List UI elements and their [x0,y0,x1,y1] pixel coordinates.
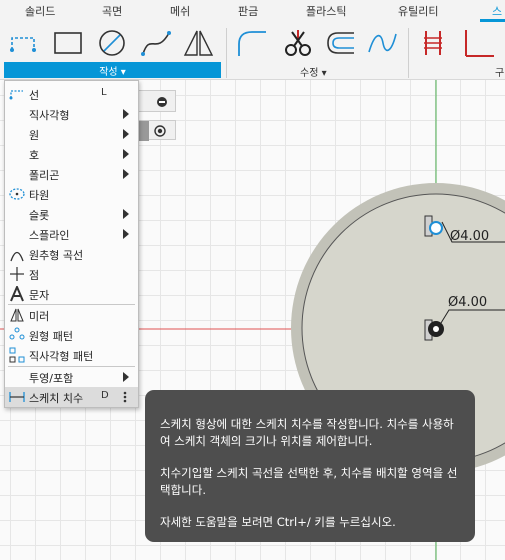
menu-item-point[interactable]: 점 [5,264,138,284]
tab-mesh[interactable]: 메쉬 [170,3,190,19]
circular-pattern-icon [9,327,25,340]
modify-menu-button[interactable]: 수정 ▾ [300,64,327,79]
menu-item-polygon[interactable]: 폴리곤 [5,164,138,184]
ellipse-icon [9,188,25,200]
tooltip-instruction: 치수기입할 스케치 곡선을 선택한 후, 치수를 배치할 영역을 선택합니다. [160,466,458,497]
menu-item-ellipse[interactable]: 타원 [5,184,138,204]
ribbon-toolbar: 작성 ▾ 수정 ▾ 구 [0,22,505,80]
toolbar-separator [226,28,227,78]
mirror-icon [10,308,24,322]
dim-label-bottom: Ø4.00 [448,295,487,310]
tab-sheet-metal[interactable]: 판금 [238,3,258,19]
submenu-arrow-icon [123,109,129,119]
constraints-menu-button[interactable]: 구 [495,64,504,79]
line-icon [9,90,23,100]
menu-item-project-include[interactable]: 투영/포함 [5,367,138,387]
menu-item-arc[interactable]: 호 [5,144,138,164]
trim-scissors-icon[interactable] [282,28,314,58]
text-icon [10,286,24,302]
break-tool-icon[interactable] [366,28,398,58]
menu-item-rectangle[interactable]: 직사각형 [5,104,138,124]
menu-item-sketch-dimension[interactable]: 스케치 치수 D [5,387,138,407]
toolbar-separator [408,28,409,78]
menu-item-spline[interactable]: 스플라인 [5,224,138,244]
submenu-arrow-icon [123,209,129,219]
constraint-tool-icon[interactable] [418,28,450,58]
tab-sketch[interactable]: 스 [492,3,502,19]
submenu-arrow-icon [123,129,129,139]
panel-toggle[interactable] [136,90,176,112]
point-icon [10,267,24,281]
submenu-arrow-icon [123,149,129,159]
create-menu-button[interactable]: 작성 ▾ [4,62,221,78]
tooltip-help-hint: 자세한 도움말을 보려면 Ctrl+/ 키를 누르십시오. [160,515,396,529]
selected-point-icon [429,221,443,235]
tab-surface[interactable]: 곡면 [102,3,122,19]
more-options-icon[interactable] [123,391,127,403]
menu-item-circular-pattern[interactable]: 원형 패턴 [5,325,138,345]
mirror-tool-icon[interactable] [182,28,214,58]
menu-item-mirror[interactable]: 미러 [5,305,138,325]
create-dropdown-menu: 선 L 직사각형 원 호 폴리곤 타원 슬롯 스플라인 원추형 곡선 점 문자 … [4,80,139,408]
coincident-tool-icon[interactable] [462,28,494,58]
tab-plastic[interactable]: 플라스틱 [306,3,346,19]
rectangle-tool-icon[interactable] [52,28,84,58]
submenu-arrow-icon [123,229,129,239]
dim-label-top: Ø4.00 [450,229,489,244]
menu-item-circle[interactable]: 원 [5,124,138,144]
menu-item-conic-curve[interactable]: 원추형 곡선 [5,244,138,264]
dimension-icon [9,392,25,402]
menu-item-line[interactable]: 선 L [5,84,138,104]
tooltip: 스케치 형상에 대한 스케치 치수를 작성합니다. 치수를 사용하여 스케치 객… [145,390,475,542]
ribbon-tabs: 솔리드 곡면 메쉬 판금 플라스틱 유틸리티 스 [0,0,505,22]
fillet-tool-icon[interactable] [236,28,268,58]
spline-tool-icon[interactable] [140,28,172,58]
menu-item-rectangular-pattern[interactable]: 직사각형 패턴 [5,345,138,365]
menu-item-slot[interactable]: 슬롯 [5,204,138,224]
tab-solid[interactable]: 솔리드 [25,3,55,19]
tooltip-description: 스케치 형상에 대한 스케치 치수를 작성합니다. 치수를 사용하여 스케치 객… [160,417,454,448]
offset-tool-icon[interactable] [324,28,356,58]
submenu-arrow-icon [123,169,129,179]
submenu-arrow-icon [123,372,129,382]
radio-toggle[interactable] [136,120,176,141]
line-tool-icon[interactable] [8,28,40,58]
conic-curve-icon [10,251,24,262]
rectangular-pattern-icon [9,347,25,363]
circle-tool-icon[interactable] [96,28,128,58]
create-menu-label: 작성 ▾ [99,67,126,78]
tab-utilities[interactable]: 유틸리티 [398,3,438,19]
menu-item-text[interactable]: 문자 [5,284,138,304]
